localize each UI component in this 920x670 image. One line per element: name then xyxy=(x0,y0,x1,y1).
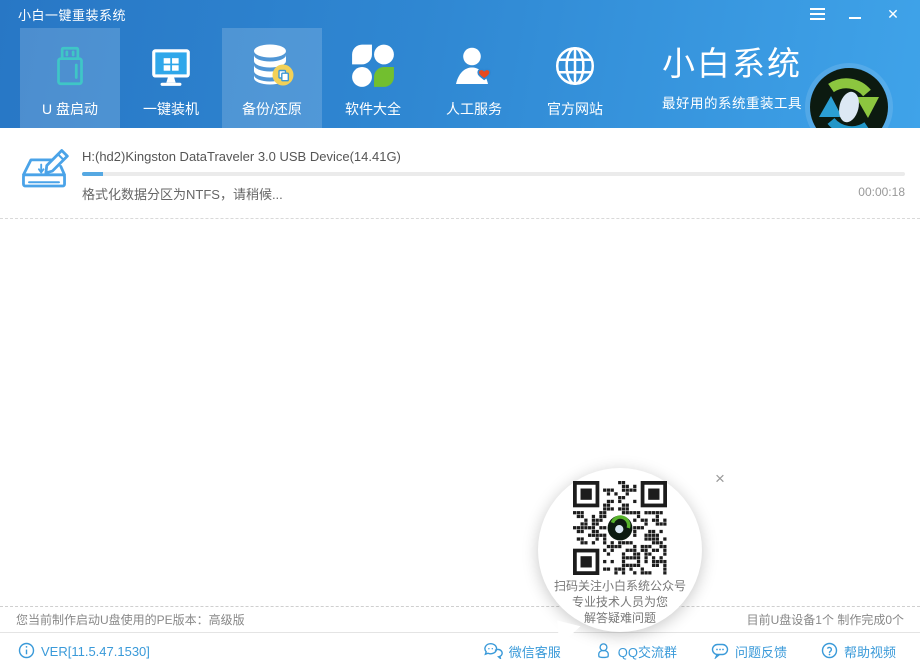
close-icon[interactable]: ✕ xyxy=(882,5,904,23)
progress-fill xyxy=(82,172,103,176)
nav-tab-label: 官方网站 xyxy=(547,99,603,119)
qq-icon xyxy=(595,642,612,662)
window-controls: ✕ xyxy=(806,5,908,23)
usb-device-count-text: 目前U盘设备1个 制作完成0个 xyxy=(747,611,904,628)
header: 小白一键重装系统 ✕ xyxy=(0,0,920,128)
nav-tab-label: 软件大全 xyxy=(345,99,401,119)
nav-tab-website[interactable]: 官方网站 xyxy=(525,28,625,128)
nav-tab-label: 备份/还原 xyxy=(242,99,302,119)
pe-version-text: 您当前制作启动U盘使用的PE版本：高级版 xyxy=(16,611,245,628)
qr-popup-bubble: 扫码关注小白系统公众号 专业技术人员为您 解答疑难问题 xyxy=(538,468,702,632)
usb-drive-icon xyxy=(47,38,93,94)
minimize-icon[interactable] xyxy=(844,5,866,23)
nav-tab-support[interactable]: 人工服务 xyxy=(424,28,524,128)
wechat-support-link[interactable]: 微信客服 xyxy=(484,642,561,662)
elapsed-timer: 00:00:18 xyxy=(858,185,905,199)
help-video-link[interactable]: 帮助视频 xyxy=(821,642,896,662)
globe-icon xyxy=(552,38,598,94)
usb-device-name: H:(hd2)Kingston DataTraveler 3.0 USB Dev… xyxy=(82,149,401,164)
brand-tagline: 最好用的系统重装工具 xyxy=(662,92,802,112)
nav-tab-software[interactable]: 软件大全 xyxy=(323,28,423,128)
clover-icon xyxy=(350,38,396,94)
app-window: 小白一键重装系统 ✕ xyxy=(0,0,920,670)
nav-tab-usb-boot[interactable]: U 盘启动 xyxy=(20,28,120,128)
menu-icon[interactable] xyxy=(806,5,828,23)
nav-tab-one-click-install[interactable]: 一键装机 xyxy=(121,28,221,128)
main-content-area xyxy=(0,219,920,606)
help-circle-icon xyxy=(821,642,838,662)
database-backup-icon xyxy=(249,38,295,94)
person-heart-icon xyxy=(451,38,497,94)
footer-link-label: 微信客服 xyxy=(509,642,561,661)
footer-bar: VER[11.5.47.1530] 微信客服 xyxy=(0,632,920,670)
feedback-link[interactable]: 问题反馈 xyxy=(711,642,787,662)
drive-write-icon xyxy=(16,145,72,204)
status-bar: 您当前制作启动U盘使用的PE版本：高级版 目前U盘设备1个 制作完成0个 xyxy=(0,606,920,632)
nav-tab-label: 人工服务 xyxy=(446,99,502,119)
feedback-bubble-icon xyxy=(711,642,729,662)
wechat-icon xyxy=(484,642,503,662)
monitor-icon xyxy=(148,38,194,94)
nav-bar: U 盘启动 一键装机 xyxy=(0,28,920,128)
titlebar: 小白一键重装系统 ✕ xyxy=(0,0,920,28)
qq-group-link[interactable]: QQ交流群 xyxy=(595,642,677,662)
brand-block: 小白系统 最好用的系统重装工具 xyxy=(662,37,802,120)
task-status-text: 格式化数据分区为NTFS，请稍候... xyxy=(82,184,283,203)
footer-link-label: 问题反馈 xyxy=(735,642,787,661)
info-icon xyxy=(18,642,35,662)
version-label: VER[11.5.47.1530] xyxy=(41,644,150,659)
progress-bar xyxy=(82,172,905,176)
footer-links: 微信客服 QQ交流群 xyxy=(484,642,896,662)
nav-tab-backup-restore[interactable]: 备份/还原 xyxy=(222,28,322,128)
usb-task-panel: H:(hd2)Kingston DataTraveler 3.0 USB Dev… xyxy=(0,128,920,219)
qr-popup-close-icon[interactable]: × xyxy=(710,469,730,489)
nav-tab-label: 一键装机 xyxy=(143,99,199,119)
version-info[interactable]: VER[11.5.47.1530] xyxy=(18,642,150,662)
nav-tab-label: U 盘启动 xyxy=(42,99,98,119)
brand-name: 小白系统 xyxy=(662,37,802,85)
footer-link-label: 帮助视频 xyxy=(844,642,896,661)
footer-link-label: QQ交流群 xyxy=(618,642,677,661)
qr-popup-text: 扫码关注小白系统公众号 专业技术人员为您 解答疑难问题 xyxy=(538,578,702,626)
qr-code xyxy=(573,481,667,575)
window-title: 小白一键重装系统 xyxy=(18,5,126,24)
